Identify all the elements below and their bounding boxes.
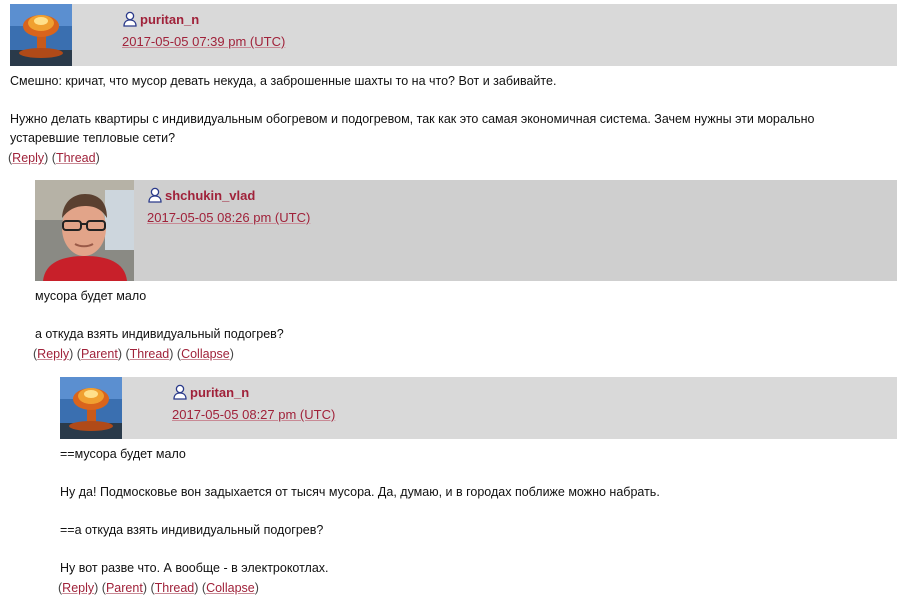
thread-link[interactable]: Thread <box>155 581 195 595</box>
comment-body: Смешно: кричат, что мусор девать некуда,… <box>10 72 897 148</box>
comment-meta: shchukin_vlad 2017-05-05 08:26 pm (UTC) <box>147 186 310 226</box>
thread-link[interactable]: Thread <box>130 347 170 361</box>
comment-header: puritan_n 2017-05-05 08:27 pm (UTC) <box>60 377 897 439</box>
comment-shchukin-vlad: shchukin_vlad 2017-05-05 08:26 pm (UTC) … <box>33 180 897 361</box>
comment-body: ==мусора будет мало Ну да! Подмосковье в… <box>60 445 897 578</box>
comment-puritan-n-1: puritan_n 2017-05-05 07:39 pm (UTC) Смеш… <box>8 4 897 165</box>
comment-meta: puritan_n 2017-05-05 08:27 pm (UTC) <box>172 383 335 423</box>
username-link[interactable]: shchukin_vlad <box>165 188 255 203</box>
comment-header: puritan_n 2017-05-05 07:39 pm (UTC) <box>10 4 897 66</box>
mushroom-cloud-avatar <box>60 377 122 439</box>
userline: puritan_n <box>172 383 335 401</box>
userpic-puritan-n[interactable] <box>10 4 72 66</box>
comment-actions: (Reply) (Parent) (Thread) (Collapse) <box>33 347 234 361</box>
comment-paragraph: Нужно делать квартиры с индивидуальным о… <box>10 112 815 145</box>
reply-link[interactable]: Reply <box>12 151 44 165</box>
collapse-link[interactable]: Collapse <box>206 581 255 595</box>
username-link[interactable]: puritan_n <box>140 12 199 27</box>
comment-date-link[interactable]: 2017-05-05 08:27 pm (UTC) <box>172 407 335 422</box>
comment-paragraph: а откуда взять индивидуальный подогрев? <box>35 327 284 341</box>
comment-actions: (Reply) (Parent) (Thread) (Collapse) <box>58 581 259 595</box>
comment-meta: puritan_n 2017-05-05 07:39 pm (UTC) <box>122 10 285 50</box>
parent-link[interactable]: Parent <box>106 581 143 595</box>
reply-link[interactable]: Reply <box>37 347 69 361</box>
user-profile-icon[interactable] <box>172 384 188 400</box>
comment-header: shchukin_vlad 2017-05-05 08:26 pm (UTC) <box>35 180 897 281</box>
parent-link[interactable]: Parent <box>81 347 118 361</box>
comment-paragraph: Ну да! Подмосковье вон задыхается от тыс… <box>60 485 660 499</box>
mushroom-cloud-avatar <box>10 4 72 66</box>
comment-paragraph: ==а откуда взять индивидуальный подогрев… <box>60 523 324 537</box>
comment-date-link[interactable]: 2017-05-05 08:26 pm (UTC) <box>147 210 310 225</box>
userpic-shchukin-vlad[interactable] <box>35 180 134 281</box>
man-with-glasses-avatar <box>35 180 134 281</box>
comment-paragraph: Ну вот разве что. А вообще - в электроко… <box>60 561 329 575</box>
comment-paragraph: ==мусора будет мало <box>60 447 186 461</box>
reply-link[interactable]: Reply <box>62 581 94 595</box>
thread-link[interactable]: Thread <box>56 151 96 165</box>
comment-paragraph: мусора будет мало <box>35 289 147 303</box>
collapse-link[interactable]: Collapse <box>181 347 230 361</box>
user-profile-icon[interactable] <box>122 11 138 27</box>
username-link[interactable]: puritan_n <box>190 385 249 400</box>
userline: puritan_n <box>122 10 285 28</box>
userline: shchukin_vlad <box>147 186 310 204</box>
comment-date-link[interactable]: 2017-05-05 07:39 pm (UTC) <box>122 34 285 49</box>
userpic-puritan-n[interactable] <box>60 377 122 439</box>
comment-body: мусора будет мало а откуда взять индивид… <box>35 287 897 344</box>
comment-actions: (Reply) (Thread) <box>8 151 100 165</box>
comment-puritan-n-2: puritan_n 2017-05-05 08:27 pm (UTC) ==му… <box>58 377 897 595</box>
comment-paragraph: Смешно: кричат, что мусор девать некуда,… <box>10 74 557 88</box>
user-profile-icon[interactable] <box>147 187 163 203</box>
